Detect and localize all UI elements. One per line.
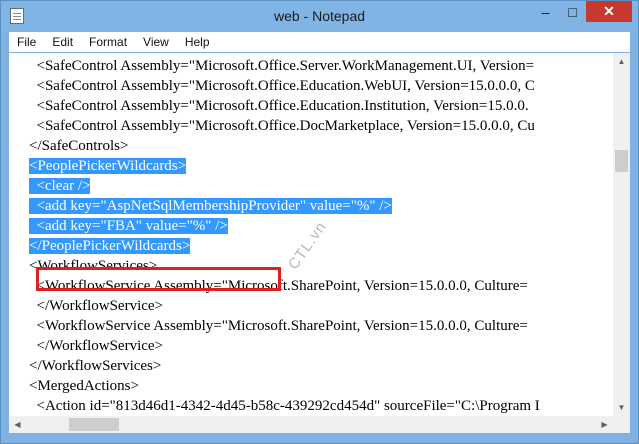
- text-line: <SafeControl Assembly="Microsoft.Office.…: [29, 56, 535, 76]
- menu-bar: File Edit Format View Help: [9, 32, 630, 52]
- text-line-content: <SafeControl Assembly="Microsoft.Office.…: [29, 78, 535, 94]
- text-line-content: </WorkflowService>: [29, 298, 164, 314]
- menu-file[interactable]: File: [9, 35, 44, 49]
- scroll-left-arrow-icon[interactable]: ◀: [9, 416, 26, 433]
- text-line-content: </PeoplePickerWildcards>: [29, 238, 191, 254]
- watermark: CTL.vn: [285, 218, 331, 273]
- menu-edit[interactable]: Edit: [44, 35, 81, 49]
- maximize-button[interactable]: □: [559, 1, 586, 22]
- text-line-content: <clear />: [29, 178, 91, 194]
- menu-format[interactable]: Format: [81, 35, 135, 49]
- text-line: </SafeControls>: [29, 136, 128, 156]
- text-line: </WorkflowService>: [29, 336, 164, 356]
- text-line-content: <SafeControl Assembly="Microsoft.Office.…: [29, 118, 535, 134]
- scroll-right-arrow-icon[interactable]: ▶: [596, 416, 613, 433]
- title-bar[interactable]: web - Notepad – □ ✕: [1, 1, 638, 32]
- text-line: <PeoplePickerWildcards>: [29, 156, 187, 176]
- menu-help[interactable]: Help: [177, 35, 218, 49]
- text-line: <add key="AspNetSqlMembershipProvider" v…: [29, 196, 392, 216]
- text-line: <MergedActions>: [29, 376, 139, 396]
- window-bottom-border: [1, 433, 638, 443]
- vertical-scrollbar[interactable]: ▲ ▼: [613, 53, 630, 416]
- text-line: </PeoplePickerWildcards>: [29, 236, 191, 256]
- text-line-content: </WorkflowService>: [29, 338, 164, 354]
- close-button[interactable]: ✕: [586, 1, 632, 22]
- text-line-content: <add key="FBA" value="%" />: [29, 218, 228, 234]
- text-line-content: <add key="AspNetSqlMembershipProvider" v…: [29, 198, 392, 214]
- horizontal-scroll-thumb[interactable]: [69, 418, 119, 431]
- scroll-up-arrow-icon[interactable]: ▲: [613, 53, 630, 70]
- text-line: <Action id="813d46d1-4342-4d45-b58c-4392…: [29, 396, 540, 416]
- text-line: <SafeControl Assembly="Microsoft.Office.…: [29, 96, 529, 116]
- text-line: <SafeControl Assembly="Microsoft.Office.…: [29, 116, 535, 136]
- scroll-down-arrow-icon[interactable]: ▼: [613, 399, 630, 416]
- text-line-content: <PeoplePickerWildcards>: [29, 158, 187, 174]
- text-line: </WorkflowServices>: [29, 356, 161, 376]
- text-line-content: <MergedActions>: [29, 378, 139, 394]
- text-editor[interactable]: <Action id="813d46d1-4342-4d45-b58c-4392…: [9, 53, 613, 416]
- horizontal-scrollbar[interactable]: ◀ ▶: [9, 416, 613, 433]
- menu-view[interactable]: View: [135, 35, 177, 49]
- text-line: <clear />: [29, 176, 91, 196]
- minimize-button[interactable]: –: [532, 1, 559, 22]
- text-line: <SafeControl Assembly="Microsoft.Office.…: [29, 76, 535, 96]
- vertical-scroll-thumb[interactable]: [615, 150, 628, 172]
- text-line-content: <Action id="813d46d1-4342-4d45-b58c-4392…: [29, 398, 540, 414]
- notepad-window: web - Notepad – □ ✕ File Edit Format Vie…: [0, 0, 639, 444]
- text-line: </WorkflowService>: [29, 296, 164, 316]
- highlight-box: [36, 267, 281, 291]
- scrollbar-corner: [613, 416, 630, 433]
- text-line-content: </SafeControls>: [29, 138, 129, 154]
- text-line: <WorkflowService Assembly="Microsoft.Sha…: [29, 316, 528, 336]
- text-line-content: </WorkflowServices>: [29, 358, 162, 374]
- text-line-content: <SafeControl Assembly="Microsoft.Office.…: [29, 58, 535, 74]
- text-line: <add key="FBA" value="%" />: [29, 216, 228, 236]
- text-line-content: <SafeControl Assembly="Microsoft.Office.…: [29, 98, 529, 114]
- text-line-content: <WorkflowService Assembly="Microsoft.Sha…: [29, 318, 528, 334]
